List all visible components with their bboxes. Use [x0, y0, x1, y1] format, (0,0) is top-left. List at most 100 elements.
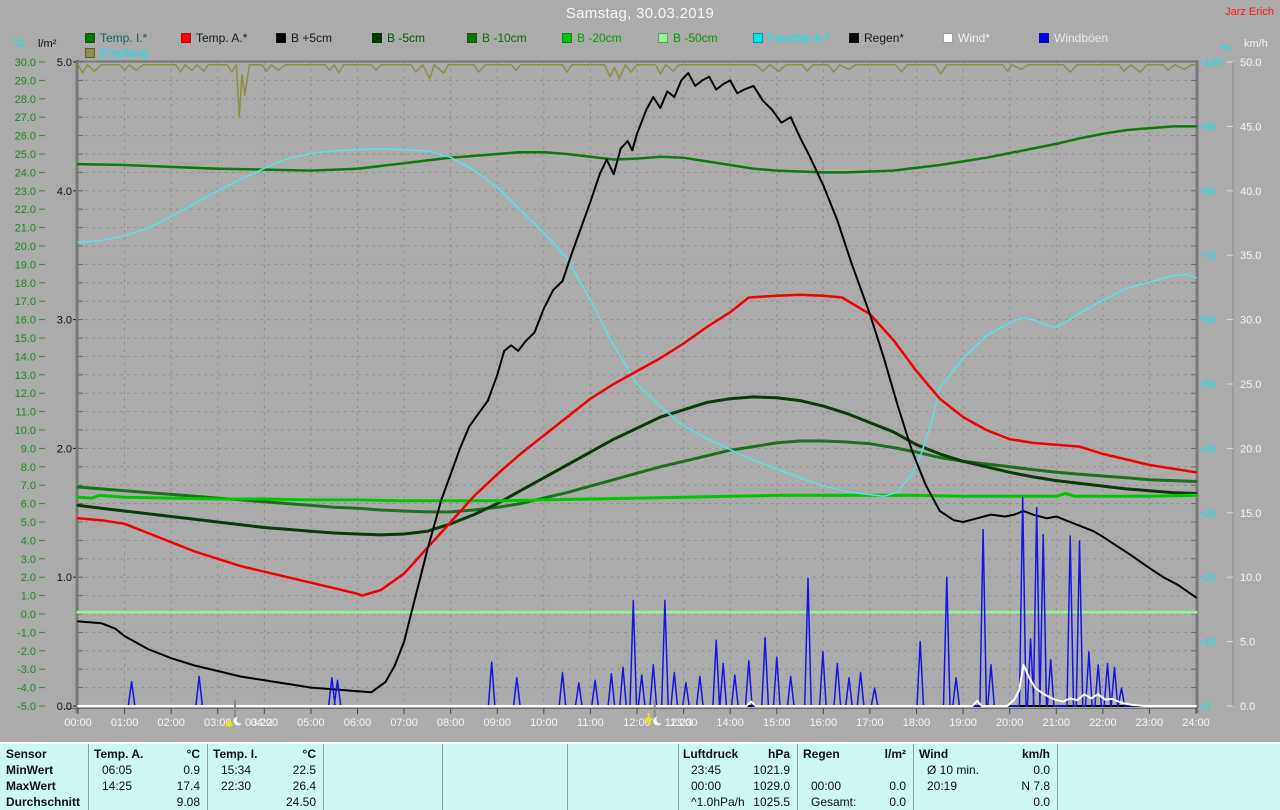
- temp-axis-label: -2.0: [17, 646, 36, 658]
- temp-axis-label: 15.0: [15, 333, 36, 345]
- temp-axis-label: 2.0: [21, 572, 36, 584]
- table-separator: [678, 744, 679, 810]
- cell-label: Temp. I.: [213, 747, 258, 761]
- legend-label: Empfang: [100, 46, 149, 60]
- legend-label: Windböen: [1054, 31, 1109, 45]
- cell-value: 9.08: [176, 795, 200, 809]
- b-p5-swatch-icon: [276, 33, 286, 43]
- time-axis-label: 01:00: [111, 717, 139, 729]
- cell-label: 00:00: [691, 779, 722, 793]
- cell-value: 0.9: [183, 763, 200, 777]
- table-row-label: MinWert: [6, 763, 54, 777]
- legend-label: Feuchte A.*: [768, 31, 831, 45]
- temp-axis-label: 26.0: [15, 131, 36, 143]
- temp-axis-label: -1.0: [17, 627, 36, 639]
- table-cell: 15:34 22.5: [211, 763, 320, 777]
- humidity-axis-label: 40: [1204, 443, 1216, 455]
- cell-label: 00:00: [811, 779, 842, 793]
- rain-axis-label: 4.0: [57, 186, 72, 198]
- cell-label: Luftdruck: [683, 747, 739, 761]
- table-cell: ^1.0hPa/h 1025.5: [681, 795, 794, 809]
- windboeen-swatch-icon: [1039, 33, 1049, 43]
- time-axis-label: 08:00: [437, 717, 465, 729]
- rain-axis-label: 3.0: [57, 315, 72, 327]
- table-cell: 20:19 N 7.8: [917, 779, 1054, 793]
- time-axis-label: 22:00: [1089, 717, 1117, 729]
- temp-axis-label: 28.0: [15, 94, 36, 106]
- rain-axis-label: 1.0: [57, 572, 72, 584]
- legend-label: B +5cm: [291, 31, 333, 45]
- legend-item-b-m5: B -5cm: [372, 31, 425, 45]
- table-group-header: Temp. A. °C: [92, 747, 204, 761]
- cell-value: 0.0: [889, 795, 906, 809]
- time-axis-label: 09:00: [483, 717, 511, 729]
- temp-axis-label: 11.0: [15, 407, 36, 419]
- temp-axis-label: 27.0: [15, 112, 36, 124]
- legend-item-b-p5: B +5cm: [276, 31, 332, 45]
- cell-label: Temp. A.: [94, 747, 144, 761]
- b-m5-swatch-icon: [372, 33, 382, 43]
- cell-value: hPa: [767, 747, 790, 761]
- rain-axis-label: 2.0: [57, 443, 72, 455]
- table-separator: [442, 744, 443, 810]
- cell-value: 0.0: [1033, 795, 1050, 809]
- cell-value: 17.4: [176, 779, 200, 793]
- cell-label: [917, 795, 927, 809]
- table-separator: [567, 744, 568, 810]
- wind-axis-label: 0.0: [1240, 701, 1255, 713]
- cell-label: 14:25: [102, 779, 133, 793]
- time-axis-label: 18:00: [903, 717, 931, 729]
- table-group-header: Regen l/m²: [801, 747, 910, 761]
- table-cell: Ø 10 min. 0.0: [917, 763, 1054, 777]
- cell-value: N 7.8: [1021, 779, 1050, 793]
- table-cell: 9.08: [92, 795, 204, 809]
- legend-item-b-m10: B -10cm: [467, 31, 527, 45]
- series-b-m20: [76, 492, 1198, 503]
- table-cell: 06:05 0.9: [92, 763, 204, 777]
- b-m10-swatch-icon: [467, 33, 477, 43]
- table-row-label: Durchschnitt: [6, 795, 81, 809]
- time-axis-label: 14:00: [716, 717, 744, 729]
- wind-axis-label: 10.0: [1240, 572, 1261, 584]
- table-cell: 00:00 0.0: [801, 779, 910, 793]
- temp-axis-label: -3.0: [17, 664, 36, 676]
- cell-label: Regen: [803, 747, 840, 761]
- humidity-axis-label: 10: [1204, 637, 1216, 649]
- temp-axis-label: 24.0: [15, 167, 36, 179]
- temp-a-swatch-icon: [181, 33, 191, 43]
- temp-axis-label: 9.0: [21, 443, 36, 455]
- cell-value: km/h: [1021, 747, 1050, 761]
- cell-label: 06:05: [102, 763, 133, 777]
- time-axis-label: 19:00: [949, 717, 977, 729]
- temp-axis-label: 21.0: [15, 223, 36, 235]
- cell-value: 0.0: [889, 779, 906, 793]
- humidity-axis-label: 20: [1204, 572, 1216, 584]
- wind-axis-label: 15.0: [1240, 508, 1261, 520]
- cell-value: l/m²: [884, 747, 906, 761]
- cell-value: 1029.0: [753, 779, 790, 793]
- table-separator: [913, 744, 914, 810]
- temp-axis-label: 7.0: [21, 480, 36, 492]
- legend-label: B -50cm: [673, 31, 718, 45]
- moonrise-time: 03:22: [245, 717, 273, 729]
- humidity-axis-label: 80: [1204, 186, 1216, 198]
- legend-item-temp-a: Temp. A.*: [181, 31, 247, 45]
- wind-axis-label: 30.0: [1240, 315, 1261, 327]
- time-axis-label: 07:00: [390, 717, 418, 729]
- table-row-label: Sensor: [6, 747, 47, 761]
- cell-label: ^1.0hPa/h: [691, 795, 745, 809]
- humidity-axis-label: 30: [1204, 508, 1216, 520]
- cell-value: 26.4: [292, 779, 316, 793]
- temp-axis-label: 4.0: [21, 535, 36, 547]
- b-m20-swatch-icon: [562, 33, 572, 43]
- time-axis-label: 05:00: [297, 717, 325, 729]
- humidity-axis-label: 60: [1204, 315, 1216, 327]
- cell-label: 23:45: [691, 763, 722, 777]
- b-m50-swatch-icon: [658, 33, 668, 43]
- temp-axis-label: 8.0: [21, 462, 36, 474]
- legend-item-b-m20: B -20cm: [562, 31, 622, 45]
- table-cell: 23:45 1021.9: [681, 763, 794, 777]
- legend-label: Wind*: [958, 31, 991, 45]
- cell-label: [211, 795, 221, 809]
- temp-axis-label: 29.0: [15, 75, 36, 87]
